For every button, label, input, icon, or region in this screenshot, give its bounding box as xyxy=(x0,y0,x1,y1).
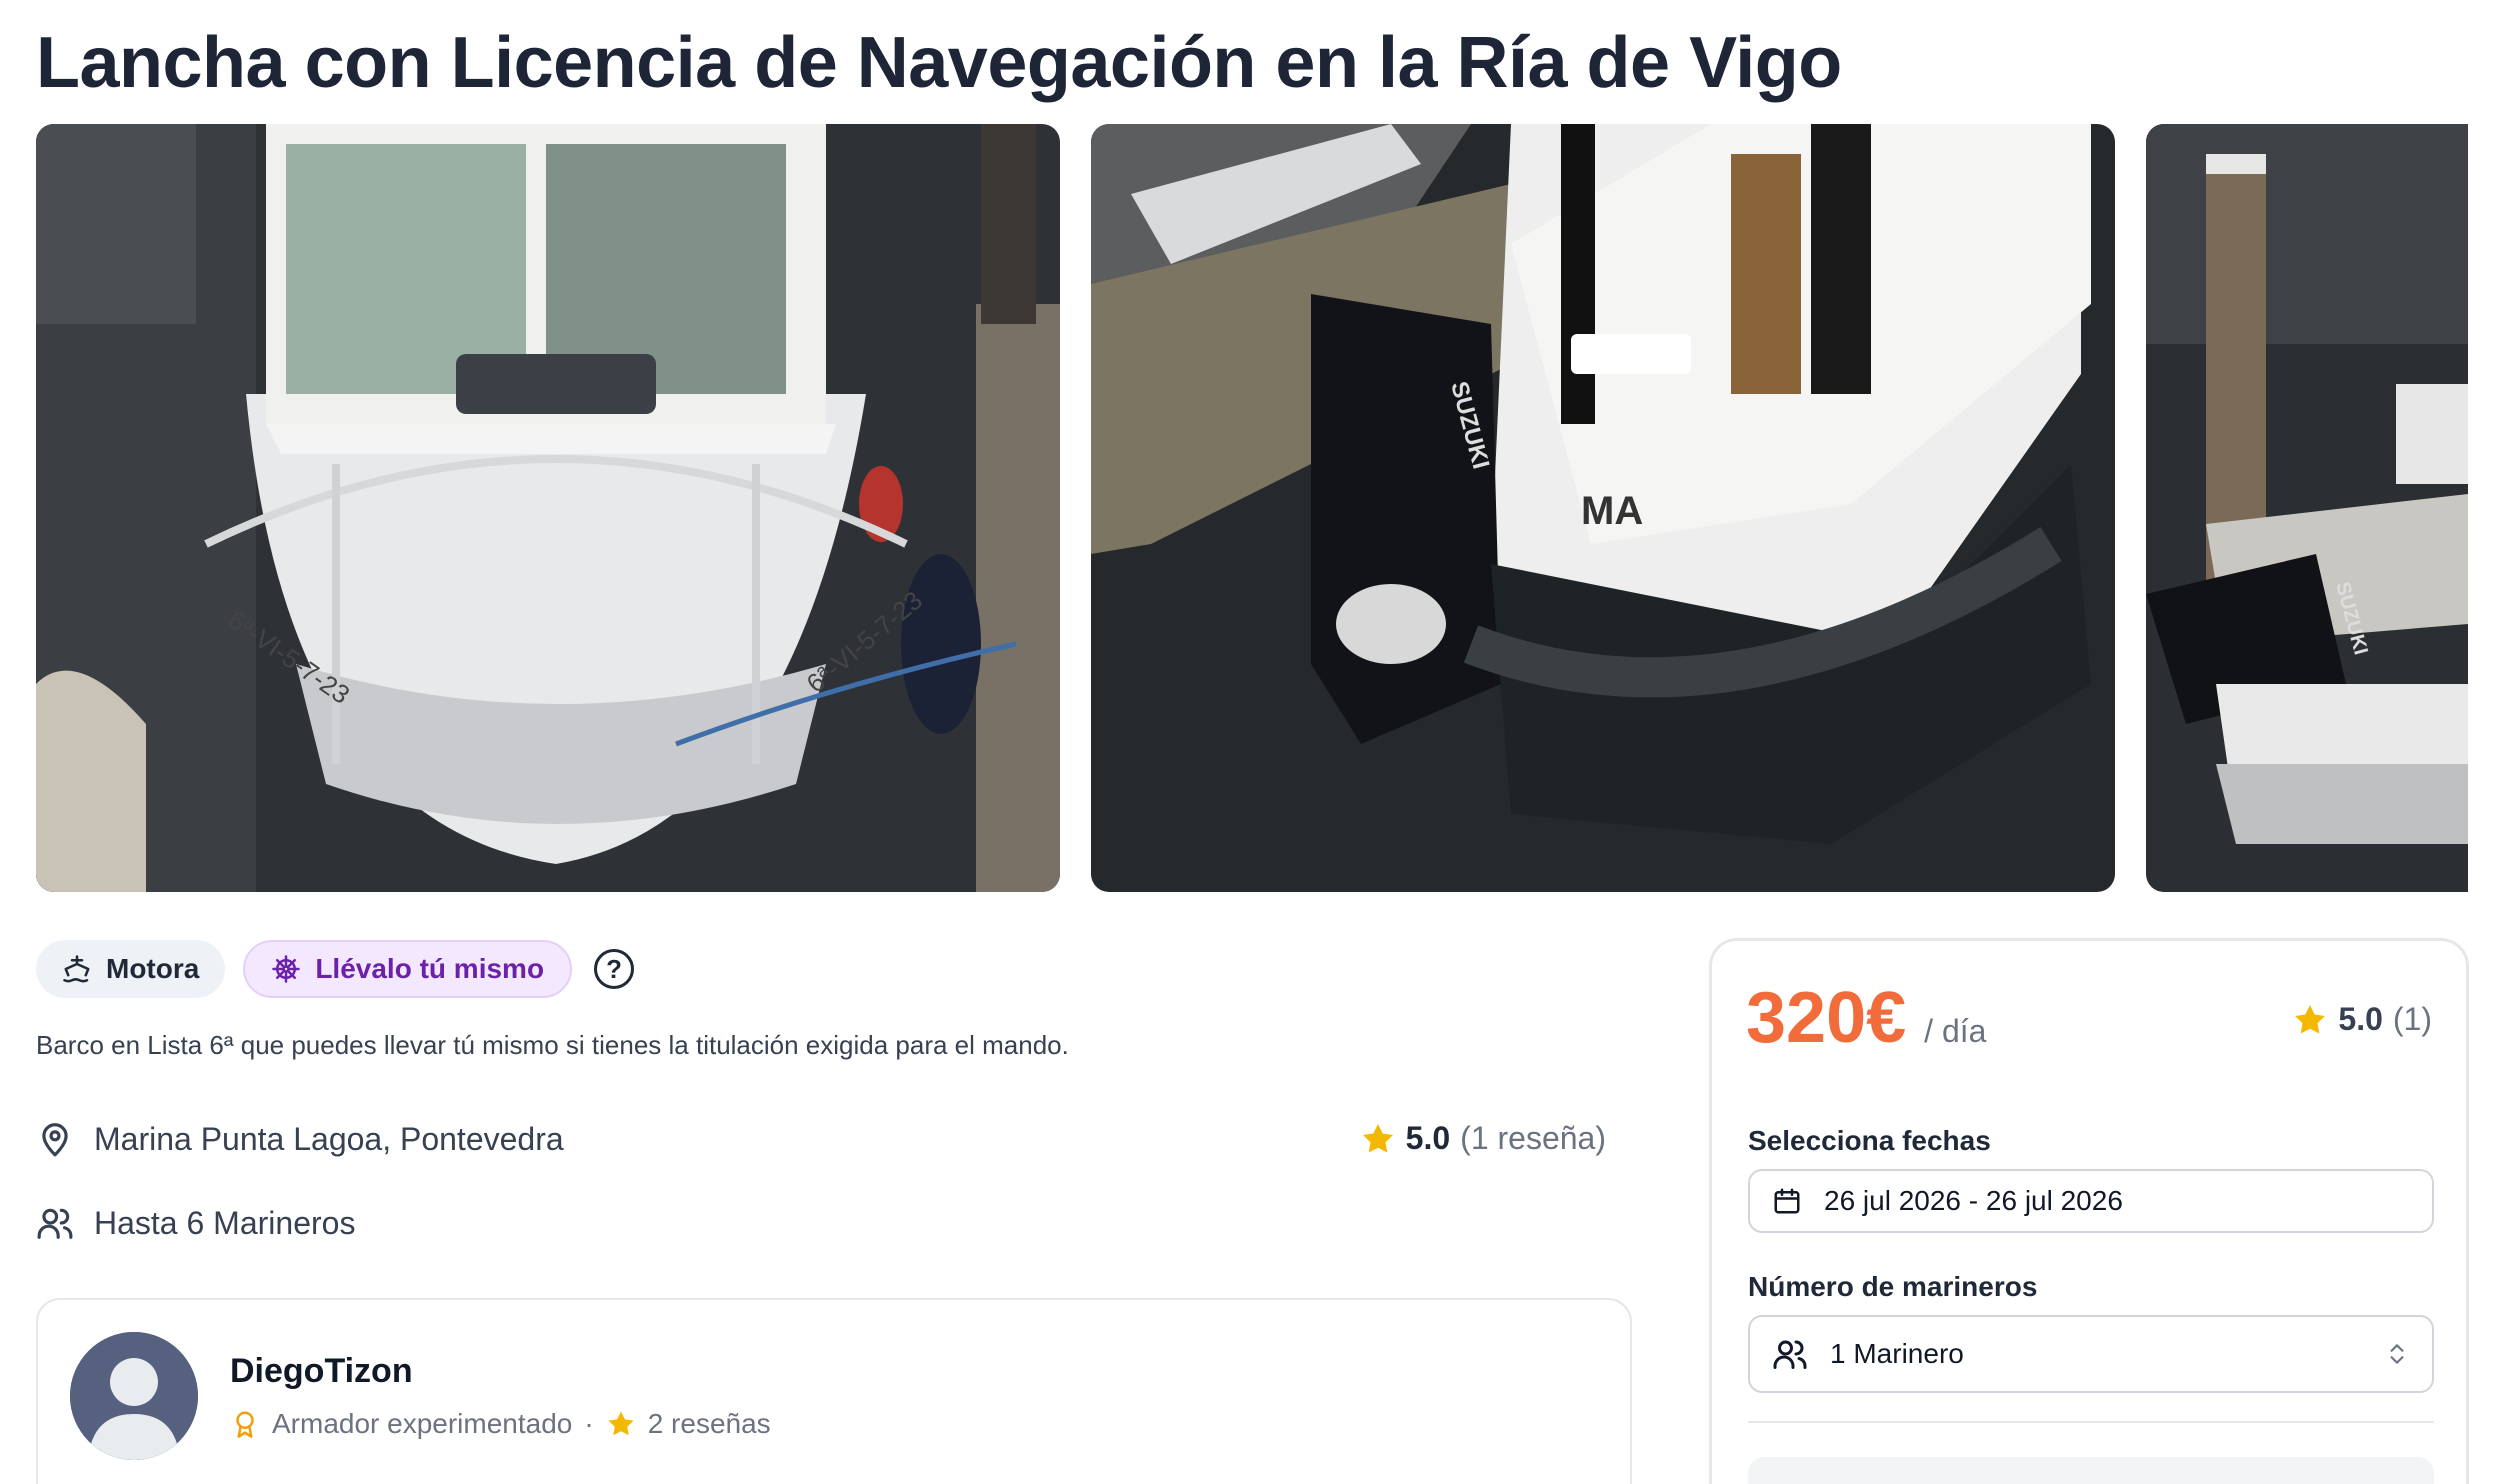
capacity-row: Hasta 6 Marineros xyxy=(36,1204,355,1242)
boat-icon xyxy=(63,955,90,983)
calendar-icon xyxy=(1774,1188,1800,1214)
photo-gallery: 6ª-VI-5-7-23 6ª-VI-5-7-23 MA SUZUKI SUZU… xyxy=(36,124,2468,892)
owner-name[interactable]: DiegoTizon xyxy=(230,1352,413,1391)
crew-select-value: 1 Marinero xyxy=(1830,1338,1964,1369)
owner-reviews: 2 reseñas xyxy=(647,1408,771,1439)
map-pin-icon xyxy=(42,1123,68,1157)
price-unit: / día xyxy=(1924,1013,1987,1049)
rating-count-link[interactable]: (1 reseña) xyxy=(1460,1120,1606,1157)
boat-stern-outboard-photo: MA SUZUKI xyxy=(1091,124,2115,892)
listing-tags: Motora Llévalo tú mismo ? xyxy=(36,940,635,998)
tag-self-drive-label: Llévalo tú mismo xyxy=(315,953,545,984)
star-icon xyxy=(1362,1123,1393,1152)
users-icon xyxy=(37,1208,73,1239)
tag-motorboat-label: Motora xyxy=(106,953,200,984)
gallery-photo-3[interactable]: SUZUKI xyxy=(2146,124,2468,892)
booking-rating-value: 5.0 xyxy=(2338,1001,2383,1037)
booking-divider xyxy=(1748,1421,2434,1423)
star-icon xyxy=(2295,1004,2326,1033)
tag-self-drive[interactable]: Llévalo tú mismo xyxy=(243,940,573,998)
price-block: 320€ / día xyxy=(1746,977,1986,1059)
tag-motorboat[interactable]: Motora xyxy=(36,940,226,998)
date-range-value: 26 jul 2026 - 26 jul 2026 xyxy=(1824,1185,2123,1216)
capacity-text: Hasta 6 Marineros xyxy=(94,1204,356,1241)
chevron-up-down-icon xyxy=(2390,1344,2404,1364)
users-icon xyxy=(1773,1340,1807,1369)
boat-bow-photo: 6ª-VI-5-7-23 6ª-VI-5-7-23 xyxy=(36,124,1060,892)
help-icon[interactable]: ? xyxy=(594,949,635,989)
meta-separator: · xyxy=(584,1408,594,1439)
user-silhouette-icon xyxy=(70,1332,198,1460)
booking-rating: 5.0 (1) xyxy=(2292,1001,2432,1038)
page-title: Lancha con Licencia de Navegación en la … xyxy=(36,23,1842,103)
listing-description: Barco en Lista 6ª que puedes llevar tú m… xyxy=(36,1030,1069,1060)
gallery-photo-1[interactable]: 6ª-VI-5-7-23 6ª-VI-5-7-23 xyxy=(36,124,1060,892)
boat-side-photo: SUZUKI xyxy=(2146,124,2468,892)
rating-value: 5.0 xyxy=(1405,1120,1451,1156)
dates-label: Selecciona fechas xyxy=(1748,1125,1991,1156)
date-range-picker[interactable]: 26 jul 2026 - 26 jul 2026 xyxy=(1748,1169,2434,1233)
avatar[interactable] xyxy=(70,1332,198,1460)
gallery-photo-2[interactable]: MA SUZUKI xyxy=(1091,124,2115,892)
crew-select[interactable]: 1 Marinero xyxy=(1748,1315,2434,1393)
owner-badge: Armador experimentado xyxy=(272,1408,573,1439)
listing-rating: 5.0 (1 reseña) xyxy=(1360,1120,1606,1157)
hull-text: MA xyxy=(1581,489,1643,533)
price-amount: 320€ xyxy=(1746,978,1907,1058)
location-text: Marina Punta Lagoa, Pontevedra xyxy=(94,1120,564,1157)
booking-panel: 320€ / día 5.0 (1) Selecciona fechas 26 … xyxy=(1709,938,2469,1484)
ship-wheel-icon xyxy=(272,955,301,983)
location-row: Marina Punta Lagoa, Pontevedra xyxy=(36,1120,564,1158)
star-icon xyxy=(608,1411,634,1436)
award-icon xyxy=(236,1411,254,1438)
owner-meta: Armador experimentado · 2 reseñas xyxy=(230,1408,771,1440)
owner-card[interactable]: DiegoTizon Armador experimentado · 2 res… xyxy=(36,1298,1632,1484)
crew-label: Número de marineros xyxy=(1748,1271,2038,1302)
booking-next-section xyxy=(1748,1457,2434,1484)
booking-rating-count: (1) xyxy=(2392,1001,2432,1037)
